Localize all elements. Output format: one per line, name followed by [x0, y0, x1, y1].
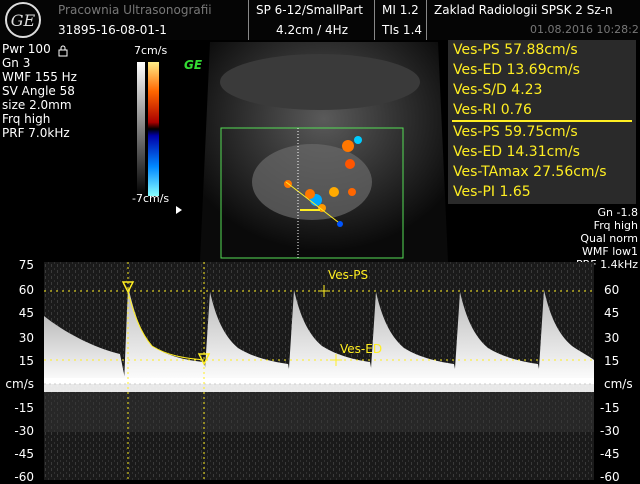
axis-tick: -15	[14, 401, 34, 415]
measurement-tamax: Ves-TAmax 27.56cm/s	[453, 164, 607, 180]
ps-marker-label: Ves-PS	[328, 268, 369, 282]
measurement-ps-2: Ves-PS 59.75cm/s	[453, 124, 578, 140]
svg-text:GE: GE	[11, 11, 36, 30]
axis-tick: 75	[18, 258, 34, 272]
measurement-ed-2: Ves-ED 14.31cm/s	[453, 144, 580, 160]
axis-tick: -45	[600, 447, 620, 461]
velocity-axis-right: 60 45 30 15 cm/s -15 -30 -45 -60	[596, 256, 640, 484]
axis-tick: -30	[14, 424, 34, 438]
param-gain: Gn 3	[2, 56, 31, 70]
measurement-ps-1: Ves-PS 57.88cm/s	[453, 42, 578, 58]
lock-icon	[58, 42, 68, 57]
depth-frequency: 4.2cm / 4Hz	[276, 23, 348, 37]
color-velocity-bar	[148, 62, 159, 196]
focus-marker-icon	[176, 206, 182, 214]
axis-tick: -45	[14, 447, 34, 461]
thermal-index: TIs 1.4	[382, 23, 423, 37]
color-scale-top-label: 7cm/s	[134, 44, 168, 57]
axis-tick: -15	[600, 401, 620, 415]
gray-scale-bar	[137, 62, 145, 196]
param-wall-filter: WMF 155 Hz	[2, 70, 77, 84]
axis-tick: 15	[604, 354, 620, 368]
axis-tick: 30	[18, 331, 34, 345]
param-frequency: Frq high	[2, 112, 51, 126]
spectral-quality: Qual norm	[580, 232, 638, 245]
top-info-bar: GE Pracownia Ultrasonografii 31895-16-08…	[0, 0, 640, 40]
axis-tick: 30	[604, 331, 620, 345]
hospital-name: Pracownia Ultrasonografii	[58, 3, 212, 17]
measurements-panel: Ves-PS 57.88cm/s Ves-ED 13.69cm/s Ves-S/…	[448, 40, 636, 204]
measurement-ed-1: Ves-ED 13.69cm/s	[453, 62, 580, 78]
measurement-sd-ratio: Ves-S/D 4.23	[453, 82, 543, 98]
axis-unit-label: cm/s	[5, 377, 34, 391]
spectral-frequency: Frq high	[593, 219, 638, 232]
axis-unit-label: cm/s	[604, 377, 633, 391]
axis-tick: 60	[18, 283, 34, 297]
ge-logo: GE	[4, 1, 42, 39]
axis-tick: -30	[600, 424, 620, 438]
axis-tick: 15	[18, 354, 34, 368]
color-scale-bottom-label: -7cm/s	[132, 192, 170, 205]
param-sv-angle: SV Angle 58	[2, 84, 75, 98]
patient-id: 31895-16-08-01-1	[58, 23, 167, 37]
axis-tick: 45	[18, 306, 34, 320]
ed-marker-label: Ves-ED	[340, 342, 383, 356]
spectral-gain: Gn -1.8	[597, 206, 638, 219]
measurement-pi: Ves-PI 1.65	[453, 184, 531, 200]
exam-datetime: 01.08.2016 10:28:21	[530, 23, 640, 36]
probe-label: SP 6-12/SmallPart	[256, 3, 363, 17]
spectral-doppler-display	[44, 262, 594, 480]
institution-name: Zaklad Radiologii SPSK 2 Sz-n	[434, 3, 613, 17]
b-mode-image	[200, 42, 448, 262]
axis-tick: 45	[604, 306, 620, 320]
measurement-ri: Ves-RI 0.76	[453, 102, 532, 118]
param-prf: PRF 7.0kHz	[2, 126, 70, 140]
axis-tick: 60	[604, 283, 620, 297]
axis-tick: -60	[14, 470, 34, 484]
measurement-divider	[452, 120, 632, 122]
mechanical-index: MI 1.2	[382, 3, 419, 17]
param-sample-size: size 2.0mm	[2, 98, 72, 112]
velocity-axis-left: 75 60 45 30 15 cm/s -15 -30 -45 -60	[0, 256, 44, 484]
axis-tick: -60	[600, 470, 620, 484]
